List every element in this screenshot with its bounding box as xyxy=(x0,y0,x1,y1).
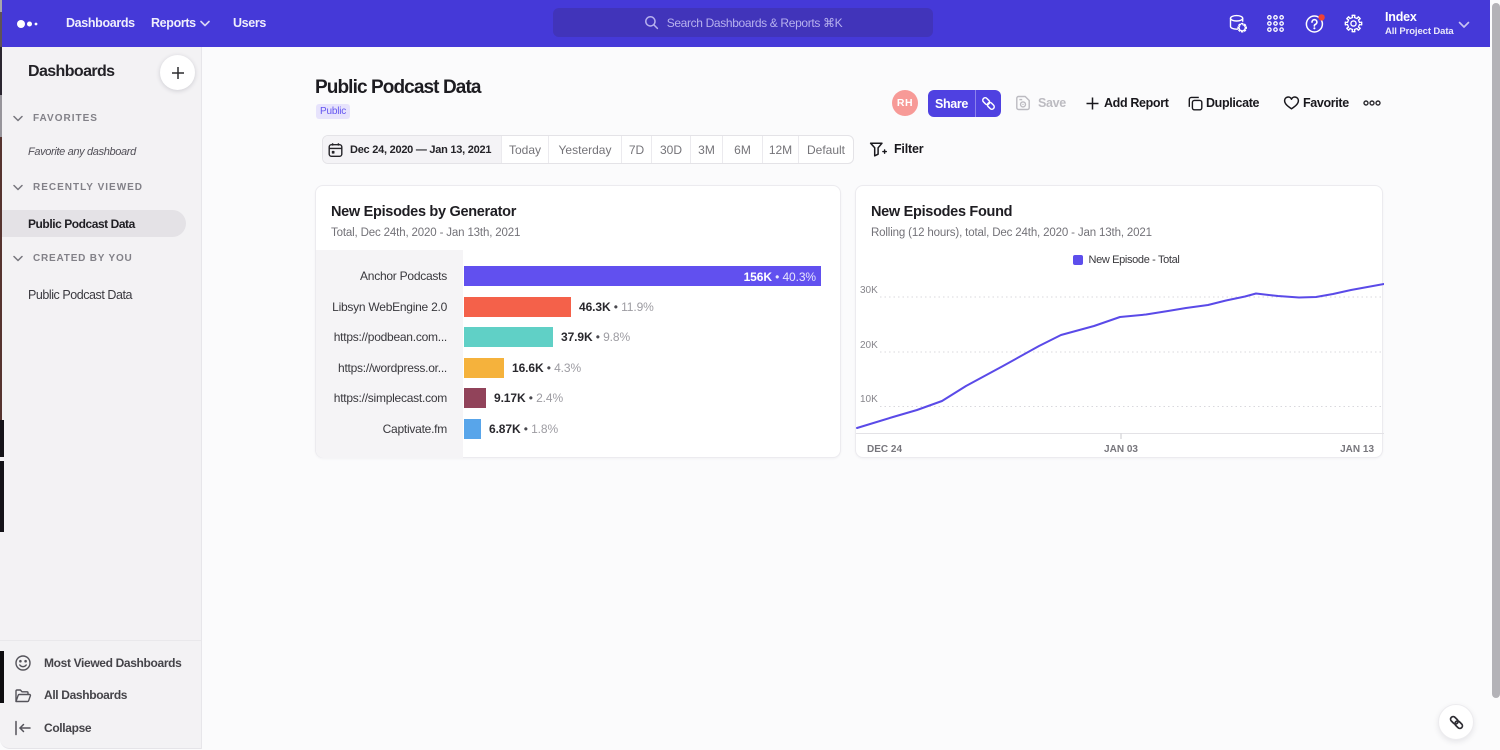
svg-text:10K: 10K xyxy=(860,394,878,405)
svg-text:JAN 03: JAN 03 xyxy=(1104,444,1138,455)
svg-text:30K: 30K xyxy=(860,285,878,296)
svg-text:JAN 13: JAN 13 xyxy=(1340,444,1374,455)
svg-text:20K: 20K xyxy=(860,340,878,351)
svg-text:DEC 24: DEC 24 xyxy=(867,444,902,455)
